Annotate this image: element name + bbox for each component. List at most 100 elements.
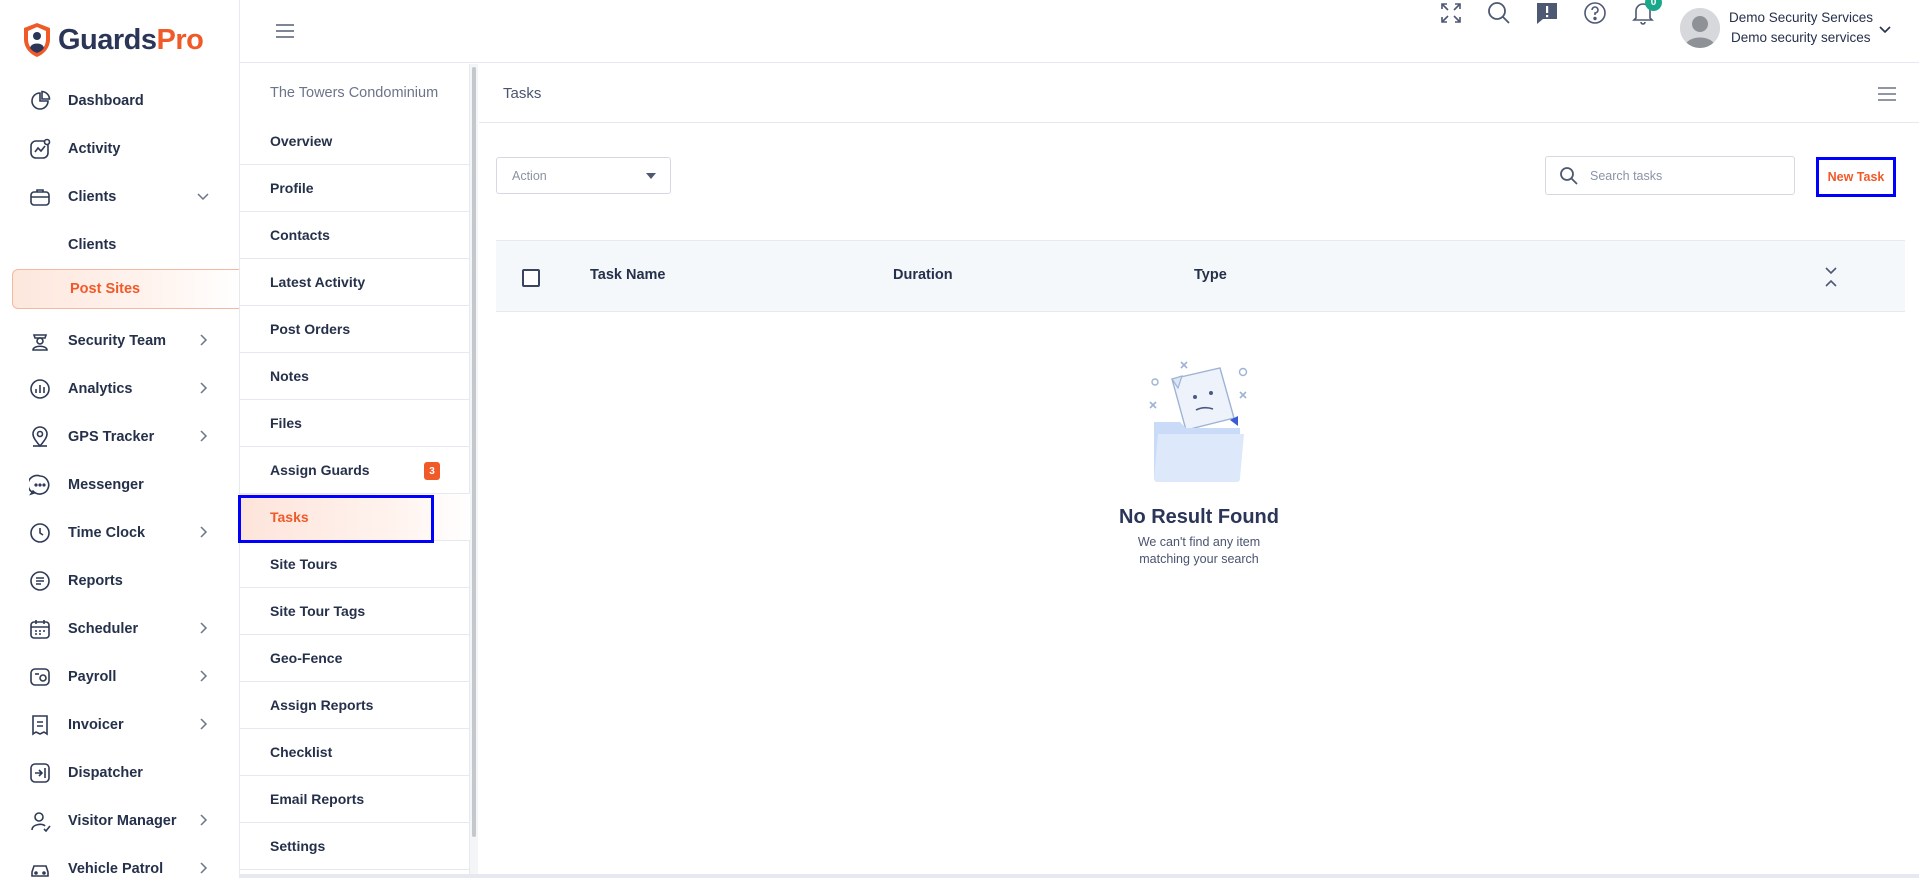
empty-folder-illustration-icon	[1149, 361, 1248, 482]
column-header-task-name[interactable]: Task Name	[590, 267, 666, 283]
sidebar-item-visitor-manager[interactable]: Visitor Manager	[0, 797, 239, 845]
select-all-checkbox[interactable]	[522, 269, 540, 287]
sidebar-item-label: Security Team	[68, 333, 167, 349]
sidebar-item-scheduler[interactable]: Scheduler	[0, 605, 239, 653]
guard-icon	[28, 329, 52, 353]
subnav-scrollbar-thumb[interactable]	[472, 67, 476, 837]
search-icon	[1560, 167, 1578, 185]
invoice-icon	[28, 713, 52, 737]
column-header-type[interactable]: Type	[1194, 267, 1227, 283]
chevron-right-icon	[200, 814, 208, 826]
feedback-icon[interactable]	[1534, 0, 1560, 26]
subnav-item-latest-activity[interactable]: Latest Activity	[240, 259, 470, 306]
sidebar-item-vehicle-patrol[interactable]: Vehicle Patrol	[0, 845, 239, 878]
sidebar-item-label: Dispatcher	[68, 765, 143, 781]
user-name[interactable]: Demo Security Services	[1729, 10, 1873, 25]
report-icon	[28, 569, 52, 593]
sidebar-item-label: Scheduler	[68, 621, 139, 637]
search-tasks-input[interactable]	[1590, 165, 1785, 187]
brand-name: GuardsPro	[58, 23, 204, 56]
subnav-item-contacts[interactable]: Contacts	[240, 212, 470, 259]
caret-down-icon	[646, 173, 656, 179]
sidebar-item-messenger[interactable]: Messenger	[0, 461, 239, 509]
subnav-item-geo-fence[interactable]: Geo-Fence	[240, 635, 470, 682]
sidebar-item-analytics[interactable]: Analytics	[0, 365, 239, 413]
subnav-item-site-tours[interactable]: Site Tours	[240, 541, 470, 588]
chat-bubble-icon	[28, 473, 52, 497]
briefcase-icon	[28, 185, 52, 209]
subnav-item-tasks[interactable]: Tasks	[238, 494, 470, 543]
column-header-duration[interactable]: Duration	[893, 267, 953, 283]
search-icon[interactable]	[1486, 0, 1512, 26]
sidebar-item-label: Payroll	[68, 669, 117, 685]
chevron-right-icon	[200, 526, 208, 538]
subnav-item-overview[interactable]: Overview	[240, 118, 470, 165]
sidebar-item-activity[interactable]: Activity	[0, 125, 239, 173]
hamburger-menu-icon[interactable]	[274, 20, 296, 42]
sidebar-subitem-clients[interactable]: Clients	[0, 221, 239, 269]
notifications-button[interactable]: 0	[1630, 0, 1662, 26]
main-sidebar: GuardsPro Dashboard Activity Clients Cli…	[0, 0, 240, 878]
subnav-item-notes[interactable]: Notes	[240, 353, 470, 400]
sidebar-item-label: Dashboard	[68, 93, 144, 109]
sidebar-item-label: Vehicle Patrol	[68, 861, 164, 877]
activity-icon	[28, 137, 52, 161]
sidebar-item-time-clock[interactable]: Time Clock	[0, 509, 239, 557]
visitor-icon	[28, 809, 52, 833]
sidebar-item-label: GPS Tracker	[68, 429, 155, 445]
chevron-right-icon	[200, 622, 208, 634]
sidebar-item-payroll[interactable]: Payroll	[0, 653, 239, 701]
top-header: 0 Demo Security Services Demo security s…	[240, 0, 1919, 63]
sidebar-item-gps-tracker[interactable]: GPS Tracker	[0, 413, 239, 461]
notification-count-badge: 0	[1645, 0, 1662, 11]
sidebar-item-dispatcher[interactable]: Dispatcher	[0, 749, 239, 797]
tasks-table-header: Task Name Duration Type	[496, 240, 1905, 312]
sidebar-item-label: Messenger	[68, 477, 144, 493]
chevron-right-icon	[200, 430, 208, 442]
collapse-icon[interactable]	[1821, 265, 1841, 289]
tasks-panel: Tasks Action New Task Task Name Duration…	[479, 64, 1919, 878]
chevron-down-icon	[197, 193, 209, 201]
subnav-item-assign-reports[interactable]: Assign Reports	[240, 682, 470, 729]
sidebar-item-label: Invoicer	[68, 717, 124, 733]
chevron-right-icon	[200, 718, 208, 730]
menu-icon[interactable]	[1876, 83, 1898, 105]
avatar[interactable]	[1680, 8, 1720, 48]
subnav-item-profile[interactable]: Profile	[240, 165, 470, 212]
search-tasks-box[interactable]	[1545, 156, 1795, 195]
user-organization[interactable]: Demo security services	[1731, 30, 1871, 45]
tasks-header: Tasks	[479, 64, 1919, 123]
sidebar-item-dashboard[interactable]: Dashboard	[0, 77, 239, 125]
sidebar-item-label: Analytics	[68, 381, 133, 397]
sidebar-item-label: Activity	[68, 141, 121, 157]
subnav-item-files[interactable]: Files	[240, 400, 470, 447]
sidebar-subitem-post-sites[interactable]: Post Sites	[12, 269, 239, 309]
clock-icon	[28, 521, 52, 545]
chevron-right-icon	[200, 862, 208, 874]
help-icon[interactable]	[1582, 0, 1608, 26]
new-task-button[interactable]: New Task	[1816, 157, 1896, 197]
sidebar-item-clients[interactable]: Clients	[0, 173, 239, 221]
subnav-scrollbar[interactable]	[470, 64, 478, 878]
main-nav: Dashboard Activity Clients Clients Post …	[0, 77, 239, 878]
sidebar-item-reports[interactable]: Reports	[0, 557, 239, 605]
expand-icon[interactable]	[1438, 0, 1464, 26]
subnav-item-label: Assign Guards	[270, 462, 370, 478]
sidebar-item-invoicer[interactable]: Invoicer	[0, 701, 239, 749]
dispatch-icon	[28, 761, 52, 785]
wallet-icon	[28, 665, 52, 689]
subnav-item-settings[interactable]: Settings	[240, 823, 470, 870]
action-dropdown[interactable]: Action	[496, 157, 671, 194]
page-title: Tasks	[503, 85, 542, 102]
chevron-down-icon[interactable]	[1877, 21, 1893, 37]
location-pin-icon	[28, 425, 52, 449]
subnav-item-site-tour-tags[interactable]: Site Tour Tags	[240, 588, 470, 635]
subnav-item-checklist[interactable]: Checklist	[240, 729, 470, 776]
sidebar-item-security-team[interactable]: Security Team	[0, 317, 239, 365]
assign-guards-count-badge: 3	[424, 462, 440, 480]
vehicle-icon	[28, 857, 52, 878]
brand-logo[interactable]: GuardsPro	[22, 20, 204, 60]
subnav-item-post-orders[interactable]: Post Orders	[240, 306, 470, 353]
subnav-item-email-reports[interactable]: Email Reports	[240, 776, 470, 823]
subnav-item-assign-guards[interactable]: Assign Guards 3	[240, 447, 470, 494]
